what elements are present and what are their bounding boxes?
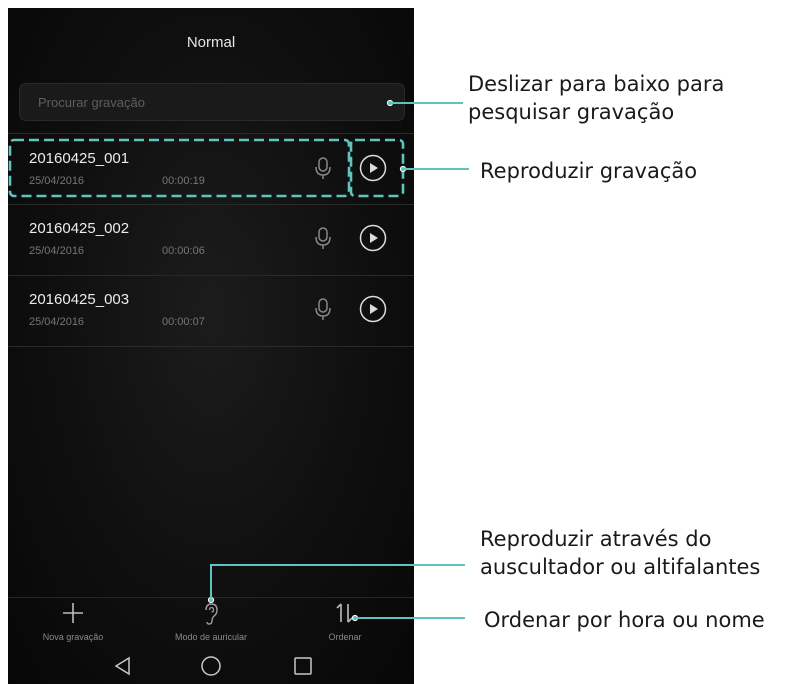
play-callout: Reproduzir gravação	[480, 159, 698, 183]
search-callout-line1: Deslizar para baixo para	[468, 72, 725, 96]
search-callout-line2: pesquisar gravação	[468, 100, 675, 124]
search-callout: Deslizar para baixo para pesquisar grava…	[468, 70, 724, 126]
play-highlight-box	[349, 138, 405, 198]
earpiece-callout-line1: Reproduzir através do	[480, 527, 712, 551]
earpiece-callout: Reproduzir através do auscultador ou alt…	[480, 525, 760, 581]
earpiece-callout-line2: auscultador ou altifalantes	[480, 555, 761, 579]
sort-callout: Ordenar por hora ou nome	[484, 608, 765, 632]
recording-highlight-box	[8, 138, 351, 198]
